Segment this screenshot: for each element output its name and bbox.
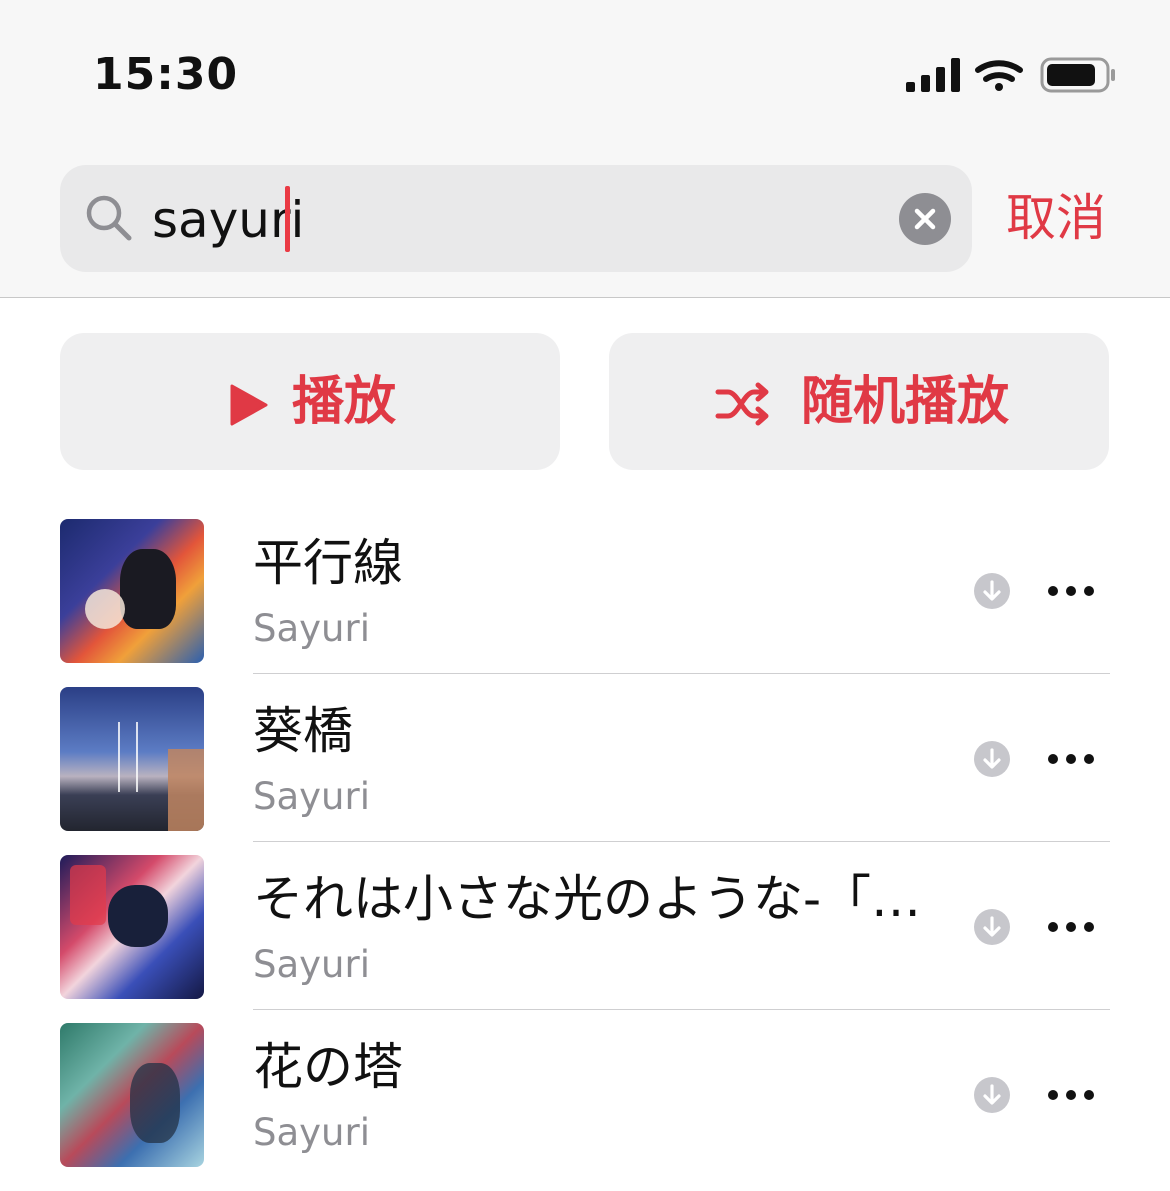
song-row[interactable]: 葵橋 Sayuri <box>0 687 1170 855</box>
shuffle-icon <box>715 382 769 426</box>
shuffle-button-label: 随机播放 <box>801 372 1010 432</box>
row-divider <box>253 673 1110 674</box>
song-artist: Sayuri <box>253 943 370 986</box>
more-icon[interactable] <box>1045 915 1097 939</box>
song-artist: Sayuri <box>253 775 370 818</box>
song-title: それは小さな光のような-「… <box>253 870 922 928</box>
song-row[interactable]: 花の塔 Sayuri <box>0 1023 1170 1191</box>
more-icon[interactable] <box>1045 579 1097 603</box>
album-art <box>60 519 204 663</box>
more-icon[interactable] <box>1045 1083 1097 1107</box>
row-divider <box>253 1009 1110 1010</box>
song-title: 葵橋 <box>253 702 353 760</box>
search-input[interactable]: sayuri <box>152 188 304 252</box>
wifi-icon <box>975 60 1023 91</box>
status-icons <box>906 57 1115 93</box>
clear-search-button[interactable] <box>899 193 951 245</box>
download-icon[interactable] <box>973 572 1011 610</box>
clear-icon <box>914 208 936 230</box>
song-row[interactable]: それは小さな光のような-「… Sayuri <box>0 855 1170 1023</box>
download-icon[interactable] <box>973 1076 1011 1114</box>
cancel-button[interactable]: 取消 <box>1006 186 1106 250</box>
album-art <box>60 855 204 999</box>
top-divider <box>0 297 1170 298</box>
play-icon <box>230 384 268 426</box>
search-icon <box>86 195 132 241</box>
download-icon[interactable] <box>973 908 1011 946</box>
song-row[interactable]: 平行線 Sayuri <box>0 519 1170 687</box>
play-button-label: 播放 <box>292 372 397 432</box>
more-icon[interactable] <box>1045 747 1097 771</box>
album-art <box>60 1023 204 1167</box>
signal-icon <box>906 58 960 92</box>
song-artist: Sayuri <box>253 607 370 650</box>
row-divider <box>253 841 1110 842</box>
status-time: 15:30 <box>93 49 239 100</box>
download-icon[interactable] <box>973 740 1011 778</box>
song-title: 平行線 <box>253 534 403 592</box>
text-caret <box>285 186 290 252</box>
album-art <box>60 687 204 831</box>
song-artist: Sayuri <box>253 1111 370 1154</box>
song-title: 花の塔 <box>253 1038 403 1096</box>
battery-icon <box>1040 57 1115 93</box>
